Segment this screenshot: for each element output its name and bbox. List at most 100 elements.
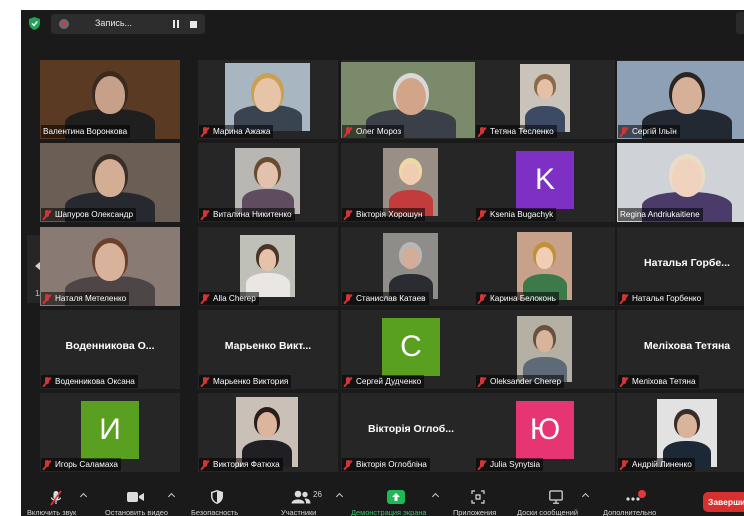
participant-name-bar: Сергій Ільїн <box>618 125 680 138</box>
participant-tile[interactable]: Regina Andriukaitiene <box>617 143 744 222</box>
muted-mic-icon <box>201 126 209 137</box>
share-options-chevron-icon[interactable] <box>431 492 440 501</box>
participant-tile[interactable]: С Сергей Дудченко <box>341 310 481 389</box>
participant-video <box>517 232 572 300</box>
participant-name-bar: Regina Andriukaitiene <box>618 208 703 221</box>
unmute-label: Включить звук <box>27 508 77 516</box>
participants-options-chevron-icon[interactable] <box>335 492 344 501</box>
whiteboards-button[interactable]: Доски сообщений <box>515 488 595 516</box>
participant-name-bar: Julia Synytsia <box>476 458 544 471</box>
participant-tile[interactable]: Карина Белоконь <box>475 227 615 306</box>
participant-tile[interactable]: Олег Мороз <box>341 60 481 139</box>
end-meeting-button[interactable]: Завершить <box>703 492 744 512</box>
security-button[interactable]: Безопасность <box>187 488 247 516</box>
muted-mic-icon <box>344 459 352 470</box>
participant-name: Oleksander Cherep <box>490 377 561 386</box>
participant-name-bar: Наталя Метеленко <box>41 292 130 305</box>
participant-tile[interactable]: Станислав Катаев <box>341 227 481 306</box>
participant-name: Вікторія Хорошун <box>356 210 423 219</box>
participant-name: Меліхова Тетяна <box>632 377 696 386</box>
video-options-chevron-icon[interactable] <box>167 492 176 501</box>
participant-name: Julia Synytsia <box>490 460 541 469</box>
participants-icon <box>291 490 311 504</box>
security-shield-icon <box>211 490 223 504</box>
shield-icon[interactable] <box>29 17 40 30</box>
participant-tile[interactable]: Oleksander Cherep <box>475 310 615 389</box>
participant-display-name: Вікторія Оглоб... <box>367 423 454 435</box>
participant-name-bar: Андрій Линенко <box>618 458 695 471</box>
participant-name-bar: Марина Ажажа <box>199 125 274 138</box>
participant-tile[interactable]: Виктория Фатюха <box>198 393 338 472</box>
muted-mic-icon <box>43 376 51 387</box>
share-screen-label: Демонстрация экрана <box>351 508 427 516</box>
more-button[interactable]: Дополнительно <box>601 488 677 516</box>
unmute-button[interactable]: Включить звук <box>21 488 91 516</box>
whiteboards-label: Доски сообщений <box>517 508 578 516</box>
participant-name: Игорь Саламаха <box>55 460 118 469</box>
muted-mic-icon <box>478 293 486 304</box>
participant-tile[interactable]: Марьенко Викт... Марьенко Виктория <box>198 310 338 389</box>
participant-tile[interactable]: Шапуров Олександр <box>40 143 180 222</box>
participant-video <box>657 399 717 467</box>
share-screen-button[interactable]: Демонстрация экрана <box>349 488 445 516</box>
participant-name: Сергей Дудченко <box>356 377 422 386</box>
participant-tile[interactable]: Меліхова Тетяна Меліхова Тетяна <box>617 310 744 389</box>
participant-tile[interactable]: K Ksenia Bugachyk <box>475 143 615 222</box>
participant-tile[interactable]: Вікторія Оглоб... Вікторія Оглобліна <box>341 393 481 472</box>
stop-video-label: Остановить видео <box>105 508 168 516</box>
audio-options-chevron-icon[interactable] <box>79 492 88 501</box>
muted-mic-icon <box>43 459 51 470</box>
participant-video <box>383 148 438 216</box>
participant-tile[interactable]: Марина Ажажа <box>198 60 338 139</box>
participant-name: Виталина Никитенко <box>213 210 292 219</box>
participant-name-bar: Наталья Горбенко <box>618 292 705 305</box>
apps-label: Приложения <box>453 508 497 516</box>
participant-name-bar: Шапуров Олександр <box>41 208 137 221</box>
participant-tile[interactable]: Тетяна Тесленко <box>475 60 615 139</box>
participants-count: 26 <box>313 490 322 499</box>
participant-tile[interactable]: Наталья Горбе... Наталья Горбенко <box>617 227 744 306</box>
participant-tile[interactable]: Андрій Линенко <box>617 393 744 472</box>
apps-icon <box>471 490 485 504</box>
participant-tile[interactable]: Виталина Никитенко <box>198 143 338 222</box>
participant-tile[interactable]: Сергій Ільїн <box>617 60 744 139</box>
participant-tile[interactable]: Валентина Воронкова <box>40 60 180 139</box>
share-screen-icon <box>387 490 405 504</box>
participant-name: Наталя Метеленко <box>55 294 127 303</box>
muted-mic-icon <box>201 293 209 304</box>
participant-tile[interactable]: Alla Cherep <box>198 227 338 306</box>
participant-name: Валентина Воронкова <box>43 127 128 136</box>
participant-tile[interactable]: Ю Julia Synytsia <box>475 393 615 472</box>
participant-display-name: Наталья Горбе... <box>644 257 730 269</box>
stop-recording-icon[interactable] <box>190 21 197 28</box>
participant-name: Шапуров Олександр <box>55 210 134 219</box>
view-toggle-button[interactable] <box>736 12 744 34</box>
muted-mic-icon <box>620 376 628 387</box>
muted-mic-icon <box>344 376 352 387</box>
participant-tile[interactable]: Наталя Метеленко <box>40 227 180 306</box>
muted-mic-icon <box>201 209 209 220</box>
muted-mic-icon <box>43 293 51 304</box>
avatar-initial: И <box>81 401 139 459</box>
stop-video-button[interactable]: Остановить видео <box>91 488 177 516</box>
participant-name: Тетяна Тесленко <box>490 127 554 136</box>
whiteboard-icon <box>549 490 563 504</box>
muted-mic-icon <box>478 459 486 470</box>
participant-tile[interactable]: И Игорь Саламаха <box>40 393 180 472</box>
participant-name: Вікторія Оглобліна <box>356 460 427 469</box>
participant-tile[interactable]: Воденникова О... Воденникова Оксана <box>40 310 180 389</box>
end-meeting-label: Завершить <box>708 497 744 507</box>
recording-label: Запись... <box>95 18 133 28</box>
pause-recording-icon[interactable] <box>171 19 181 29</box>
participant-name: Alla Cherep <box>213 294 256 303</box>
apps-button[interactable]: Приложения <box>451 488 507 516</box>
avatar-initial: Ю <box>516 401 574 459</box>
whiteboard-options-chevron-icon[interactable] <box>581 492 590 501</box>
participant-name-bar: Валентина Воронкова <box>41 125 131 138</box>
muted-mic-icon <box>620 126 628 137</box>
participant-name: Марина Ажажа <box>213 127 271 136</box>
participant-video <box>240 235 295 297</box>
participant-tile[interactable]: Вікторія Хорошун <box>341 143 481 222</box>
participant-name: Карина Белоконь <box>490 294 556 303</box>
participants-button[interactable]: 26 Участники <box>271 488 344 516</box>
